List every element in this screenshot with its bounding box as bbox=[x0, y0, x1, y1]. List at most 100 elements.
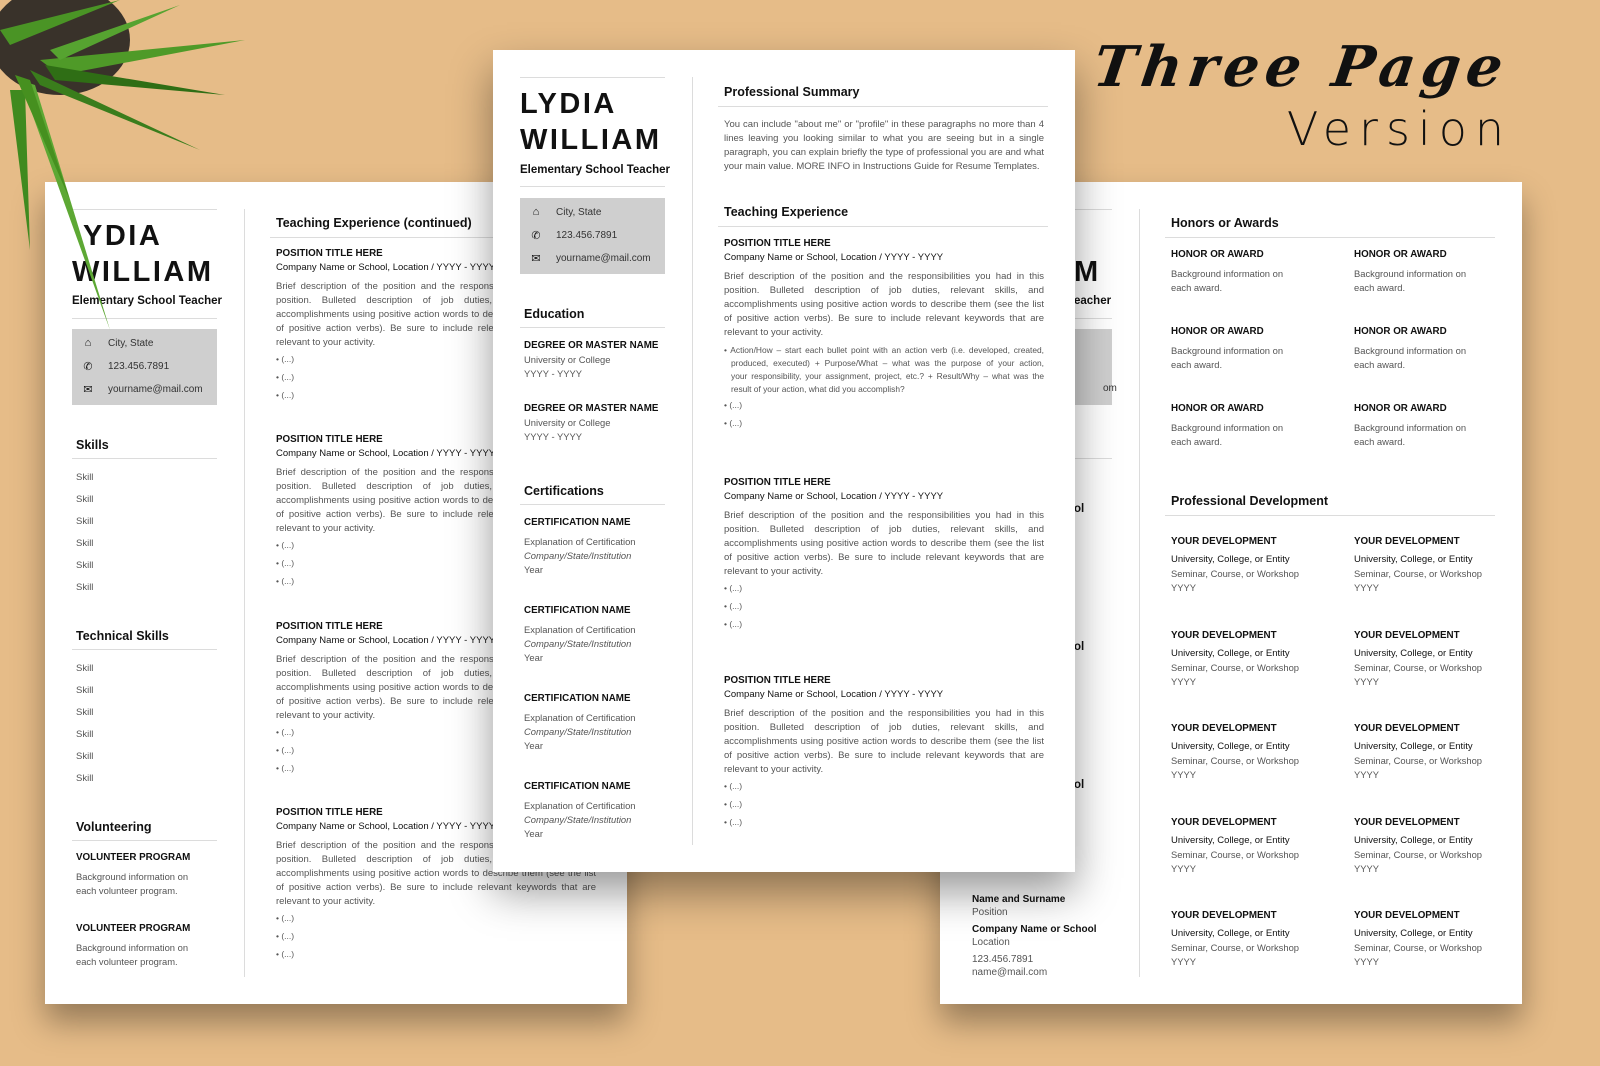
honors-heading: Honors or Awards bbox=[1171, 216, 1279, 230]
honor-desc: Background information on bbox=[1171, 268, 1284, 279]
mail-icon: ✉ bbox=[83, 383, 93, 396]
summary-line: lines leaving you looking similar to wha… bbox=[724, 133, 1044, 144]
position-description-line: Brief description of the position and th… bbox=[724, 510, 1044, 521]
development-year: YYYY bbox=[1171, 862, 1197, 874]
contact-phone: 123.456.7891 bbox=[108, 360, 170, 372]
summary-line: your main value. MORE INFO in Instructio… bbox=[724, 161, 1040, 172]
phone-icon: ✆ bbox=[531, 229, 541, 242]
skill-item: Skill bbox=[76, 472, 94, 483]
position-description-line: relevant to your activity. bbox=[276, 896, 376, 907]
name-last: WILLIAM bbox=[520, 124, 662, 156]
home-icon: ⌂ bbox=[532, 206, 540, 218]
bullet-item: • (...) bbox=[724, 799, 743, 809]
summary-line: paragraph, you can explain briefly the t… bbox=[724, 147, 1044, 158]
development-year: YYYY bbox=[1354, 769, 1380, 780]
job-title: Elementary School Teacher bbox=[72, 295, 222, 307]
development-entity: University, College, or Entity bbox=[1171, 647, 1290, 659]
degree-name: DEGREE OR MASTER NAME bbox=[524, 403, 659, 414]
degree-years: YYYY - YYYY bbox=[524, 431, 583, 442]
development-entity: University, College, or Entity bbox=[1354, 554, 1473, 565]
honor-desc: each award. bbox=[1171, 359, 1223, 370]
reference-location: Location bbox=[972, 937, 1010, 948]
position-description-line: relevant to your activity. bbox=[724, 566, 824, 577]
development-year: YYYY bbox=[1354, 582, 1380, 593]
skill-item: Skill bbox=[76, 538, 94, 549]
skill-item: Skill bbox=[76, 516, 94, 527]
development-type: Seminar, Course, or Workshop bbox=[1171, 755, 1300, 766]
development-year: YYYY bbox=[1171, 675, 1197, 687]
bullet-item: • (...) bbox=[276, 354, 295, 364]
summary-heading: Professional Summary bbox=[724, 85, 860, 99]
honor-title: HONOR OR AWARD bbox=[1171, 403, 1264, 414]
development-entity: University, College, or Entity bbox=[1354, 647, 1473, 659]
certification-explanation: Explanation of Certification bbox=[524, 800, 636, 811]
position-description-line: accomplishments using positive action wo… bbox=[724, 299, 1044, 310]
position-description-line: of positive action verbs). Be sure to in… bbox=[724, 313, 1044, 324]
technical-skill-item: Skill bbox=[76, 685, 94, 696]
position-title: POSITION TITLE HERE bbox=[724, 675, 831, 686]
technical-skill-item: Skill bbox=[76, 751, 94, 762]
honor-desc: each award. bbox=[1354, 359, 1406, 370]
honor-title: HONOR OR AWARD bbox=[1354, 249, 1447, 260]
development-year: YYYY bbox=[1354, 862, 1380, 874]
bullet-item: • (...) bbox=[276, 390, 295, 400]
bullet-item: • (...) bbox=[724, 781, 743, 791]
bullet-item: • (...) bbox=[276, 913, 295, 923]
development-year: YYYY bbox=[1354, 675, 1380, 687]
action-bullet-line: • Action/How – start each bullet point w… bbox=[724, 345, 1044, 355]
contact-location: City, State bbox=[108, 337, 154, 349]
development-entity: University, College, or Entity bbox=[1171, 554, 1290, 565]
technical-skill-item: Skill bbox=[76, 773, 94, 784]
reference-position: Position bbox=[972, 907, 1008, 918]
position-title: POSITION TITLE HERE bbox=[276, 248, 383, 259]
bullet-item: • (...) bbox=[276, 949, 295, 959]
position-description-line: Brief description of the position and th… bbox=[724, 708, 1044, 719]
position-title: POSITION TITLE HERE bbox=[724, 238, 831, 249]
position-company: Company Name or School, Location / YYYY … bbox=[276, 262, 496, 273]
honor-title: HONOR OR AWARD bbox=[1354, 326, 1447, 337]
technical-skills-heading: Technical Skills bbox=[76, 629, 169, 643]
technical-skill-item: Skill bbox=[76, 663, 94, 674]
contact-email: yourname@mail.com bbox=[108, 383, 203, 395]
development-title: YOUR DEVELOPMENT bbox=[1171, 816, 1277, 828]
development-type: Seminar, Course, or Workshop bbox=[1354, 661, 1483, 673]
certification-year: Year bbox=[524, 564, 543, 575]
contact-email-fragment: om bbox=[1103, 383, 1117, 394]
position-company: Company Name or School, Location / YYYY … bbox=[276, 635, 496, 646]
volunteering-heading: Volunteering bbox=[76, 820, 152, 834]
bullet-item: • (...) bbox=[276, 931, 295, 941]
position-description-line: position. Bulleted description of job du… bbox=[724, 722, 1044, 733]
name-last-fragment: M bbox=[1074, 256, 1101, 288]
bullet-item: • (...) bbox=[724, 418, 743, 428]
development-entity: University, College, or Entity bbox=[1171, 928, 1290, 939]
name-first: YDIA bbox=[83, 220, 163, 252]
reference-phone: 123.456.7891 bbox=[972, 954, 1034, 965]
certification-name: CERTIFICATION NAME bbox=[524, 517, 631, 528]
certification-issuer: Company/State/Institution bbox=[524, 814, 632, 825]
certification-year: Year bbox=[524, 652, 543, 663]
position-description-line: accomplishments using positive action wo… bbox=[724, 538, 1044, 549]
volunteer-title: VOLUNTEER PROGRAM bbox=[76, 923, 191, 934]
reference-fragment: ol bbox=[1074, 779, 1085, 791]
summary-line: You can include "about me" or "profile" … bbox=[724, 119, 1044, 130]
honor-desc: Background information on bbox=[1171, 422, 1284, 433]
certification-explanation: Explanation of Certification bbox=[524, 536, 636, 547]
development-title: YOUR DEVELOPMENT bbox=[1354, 629, 1460, 641]
name-last: WILLIAM bbox=[72, 256, 214, 288]
position-description-line: of positive action verbs). Be sure to in… bbox=[276, 882, 596, 893]
honor-desc: each award. bbox=[1354, 282, 1406, 293]
development-title: YOUR DEVELOPMENT bbox=[1354, 723, 1460, 734]
development-title: YOUR DEVELOPMENT bbox=[1171, 723, 1277, 734]
position-description-line: of positive action verbs). Be sure to in… bbox=[724, 552, 1044, 563]
action-bullet-line: result of your action, what did you acco… bbox=[731, 384, 905, 394]
volunteer-desc: each volunteer program. bbox=[76, 885, 178, 896]
resume-page-1: LYDIA WILLIAM Elementary School Teacher … bbox=[493, 50, 1075, 872]
certification-year: Year bbox=[524, 828, 543, 839]
reference-block: Name and Surname Position Company Name o… bbox=[972, 894, 1096, 978]
honor-desc: Background information on bbox=[1171, 345, 1284, 356]
development-entity: University, College, or Entity bbox=[1354, 741, 1473, 752]
bullet-item: • (...) bbox=[276, 763, 295, 773]
bullet-item: • (...) bbox=[724, 619, 743, 629]
contact-location: City, State bbox=[556, 206, 602, 218]
certification-explanation: Explanation of Certification bbox=[524, 712, 636, 723]
